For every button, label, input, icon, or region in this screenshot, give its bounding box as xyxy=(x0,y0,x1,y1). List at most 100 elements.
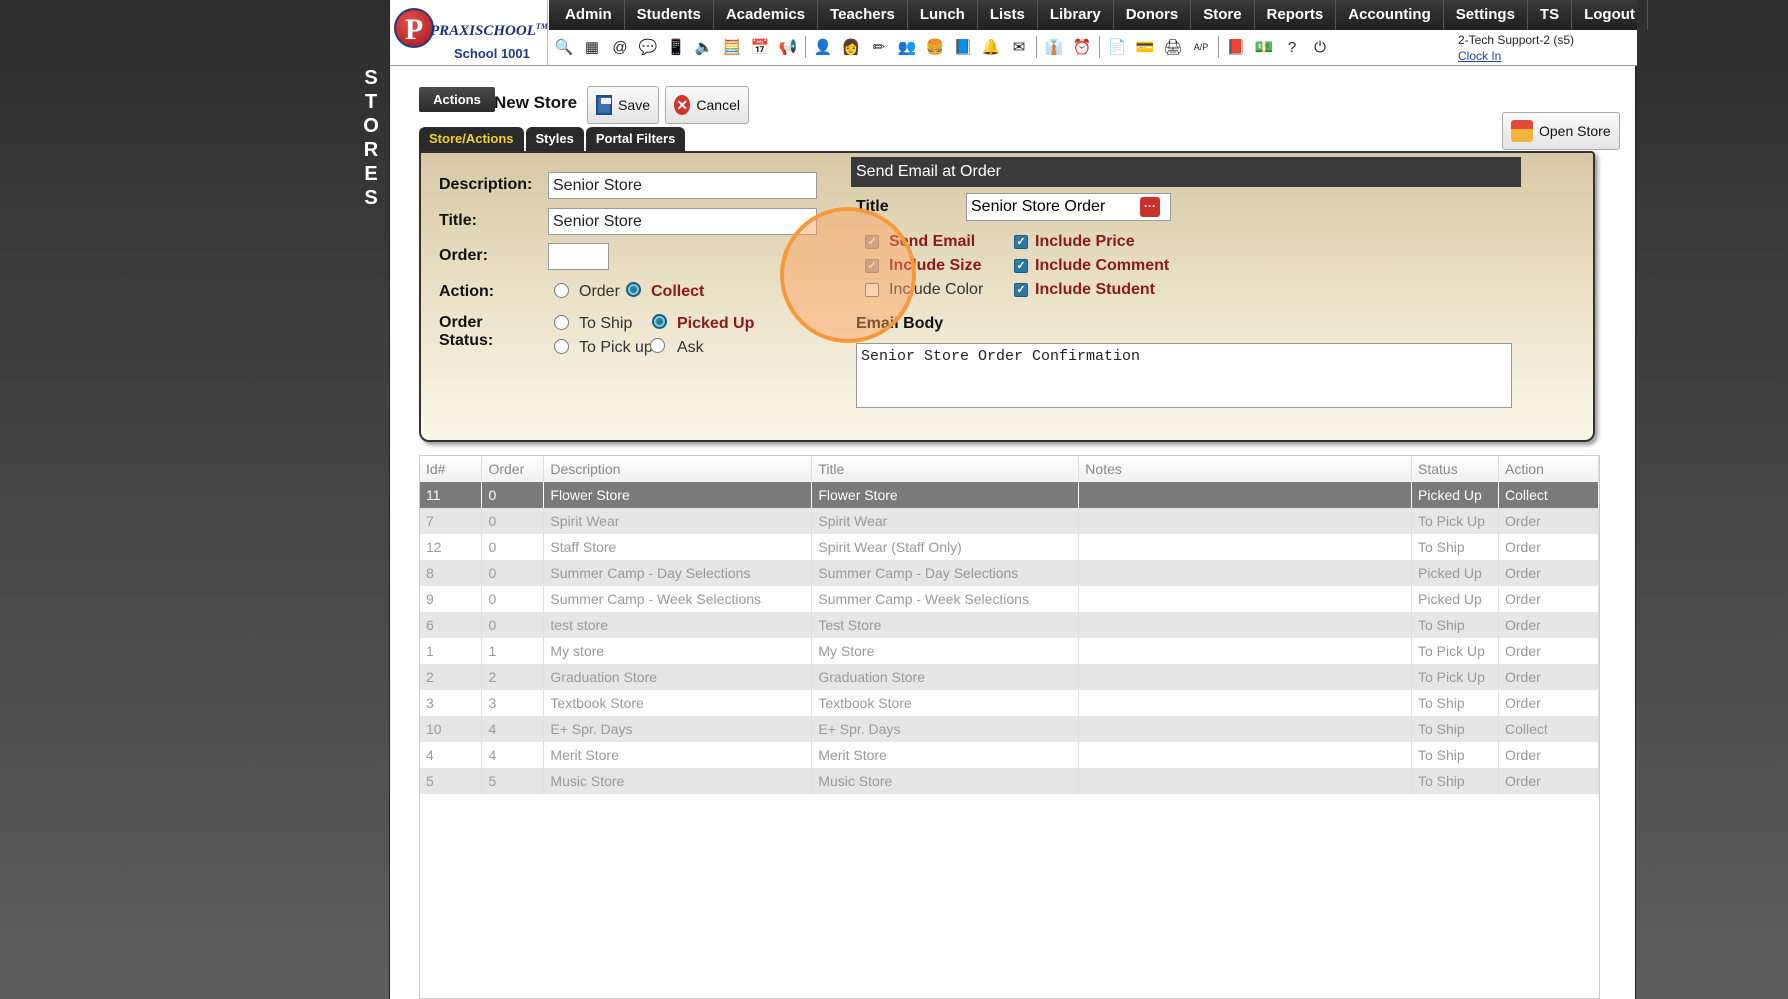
action-collect-radio[interactable] xyxy=(626,282,641,297)
nav-settings[interactable]: Settings xyxy=(1444,0,1528,30)
table-row[interactable]: 12 0 Staff Store Spirit Wear (Staff Only) To… xyxy=(420,534,1600,560)
table-cell: Picked Up xyxy=(1411,560,1499,586)
nav-reports[interactable]: Reports xyxy=(1255,0,1337,30)
clock-icon[interactable]: ⏰ xyxy=(1071,36,1093,58)
person-icon[interactable]: 👤 xyxy=(812,36,834,58)
nav-lunch[interactable]: Lunch xyxy=(908,0,978,30)
help-icon[interactable]: ? xyxy=(1281,36,1303,58)
nav-ts[interactable]: TS xyxy=(1528,0,1573,30)
bell-icon[interactable]: 🔔 xyxy=(980,36,1002,58)
power-icon[interactable]: ⏻ xyxy=(1309,36,1331,58)
calendar-icon[interactable]: 📅 xyxy=(749,36,771,58)
nav-store[interactable]: Store xyxy=(1191,0,1255,30)
tab-store-actions[interactable]: Store/Actions xyxy=(419,127,524,151)
table-row[interactable]: 6 0 test store Test Store To Ship Order xyxy=(420,612,1600,638)
mail-icon[interactable]: ✉ xyxy=(1008,36,1030,58)
status-to-ship-radio[interactable] xyxy=(554,315,569,330)
nav-lists[interactable]: Lists xyxy=(978,0,1038,30)
nav-donors[interactable]: Donors xyxy=(1114,0,1192,30)
clock-in-link[interactable]: Clock In xyxy=(1458,48,1574,64)
table-row[interactable]: 5 5 Music Store Music Store To Ship Order xyxy=(420,768,1600,794)
title-input[interactable] xyxy=(548,208,817,235)
include-color-checkbox[interactable] xyxy=(865,283,879,297)
status-to-pick-up-radio[interactable] xyxy=(554,339,569,354)
teacher-icon[interactable]: 👩 xyxy=(840,36,862,58)
chat-icon[interactable]: 💬 xyxy=(637,36,659,58)
include-comment-checkbox[interactable]: ✓ xyxy=(1014,259,1028,273)
column-header[interactable]: Action xyxy=(1498,456,1600,482)
register-icon[interactable]: 🖨 xyxy=(1162,36,1184,58)
send-email-checkbox[interactable]: ✓ xyxy=(865,235,879,249)
open-store-button[interactable]: Open Store xyxy=(1502,112,1620,150)
table-row[interactable]: 8 0 Summer Camp - Day Selections Summer Cam… xyxy=(420,560,1600,586)
column-header[interactable]: Description xyxy=(543,456,813,482)
money-icon[interactable]: 💵 xyxy=(1253,36,1275,58)
table-row[interactable]: 7 0 Spirit Wear Spirit Wear To Pick Up Order xyxy=(420,508,1600,534)
include-color-label: Include Color xyxy=(889,281,984,298)
column-header[interactable]: Status xyxy=(1411,456,1499,482)
table-cell: Picked Up xyxy=(1411,482,1499,508)
table-row[interactable]: 11 0 Flower Store Flower Store Picked Up Coll… xyxy=(420,482,1600,508)
pencil-icon[interactable]: ✏ xyxy=(868,36,890,58)
table-cell: 0 xyxy=(481,612,545,638)
logo[interactable]: P PRAXISCHOOLTM School 1001 xyxy=(390,0,548,66)
nav-logout[interactable]: Logout xyxy=(1572,0,1648,30)
table-cell xyxy=(1078,690,1412,716)
include-price-checkbox[interactable]: ✓ xyxy=(1014,235,1028,249)
status-picked-up-radio[interactable] xyxy=(652,314,667,329)
speaker-icon[interactable]: 🔈 xyxy=(693,36,715,58)
column-header[interactable]: Title xyxy=(811,456,1080,482)
email-icon[interactable]: @ xyxy=(609,36,631,58)
nav-library[interactable]: Library xyxy=(1038,0,1114,30)
table-row[interactable]: 4 4 Merit Store Merit Store To Ship Order xyxy=(420,742,1600,768)
status-ask-radio[interactable] xyxy=(650,338,665,353)
action-order-radio[interactable] xyxy=(554,283,569,298)
table-row[interactable]: 3 3 Textbook Store Textbook Store To Ship Ord… xyxy=(420,690,1600,716)
staff-icon[interactable]: 👔 xyxy=(1043,36,1065,58)
table-header: Id# Order Description Title Notes Status Actio… xyxy=(420,456,1600,482)
nav-teachers[interactable]: Teachers xyxy=(818,0,908,30)
phone-icon[interactable]: 📱 xyxy=(665,36,687,58)
table-cell: 8 xyxy=(420,560,483,586)
include-student-checkbox[interactable]: ✓ xyxy=(1014,283,1028,297)
column-header[interactable]: Notes xyxy=(1078,456,1412,482)
table-row[interactable]: 10 4 E+ Spr. Days E+ Spr. Days To Ship Collec… xyxy=(420,716,1600,742)
table-row[interactable]: 1 1 My store My Store To Pick Up Order xyxy=(420,638,1600,664)
pdf-icon[interactable]: 📕 xyxy=(1225,36,1247,58)
table-cell: 0 xyxy=(481,534,545,560)
ap-icon[interactable]: A/P xyxy=(1190,36,1212,58)
grid-icon[interactable]: ▦ xyxy=(581,36,603,58)
column-header[interactable]: Id# xyxy=(420,456,483,482)
store-form-panel: Description: Title: Order: Action: Order… xyxy=(419,151,1595,442)
nav-admin[interactable]: Admin xyxy=(553,0,625,30)
table-cell: Merit Store xyxy=(811,742,1080,768)
card-icon[interactable]: 💳 xyxy=(1134,36,1156,58)
megaphone-icon[interactable]: 📢 xyxy=(777,36,799,58)
table-cell: Flower Store xyxy=(811,482,1080,508)
table-cell: 7 xyxy=(420,508,483,534)
more-options-icon[interactable]: ··· xyxy=(1140,197,1160,217)
calculator-icon[interactable]: 🧮 xyxy=(721,36,743,58)
lunch-icon[interactable]: 🍔 xyxy=(924,36,946,58)
nav-academics[interactable]: Academics xyxy=(714,0,819,30)
cancel-button[interactable]: ✕ Cancel xyxy=(665,86,749,124)
description-input[interactable] xyxy=(548,172,817,199)
nav-accounting[interactable]: Accounting xyxy=(1336,0,1444,30)
group-icon[interactable]: 👥 xyxy=(896,36,918,58)
nav-students[interactable]: Students xyxy=(625,0,714,30)
search-icon[interactable]: 🔍 xyxy=(553,36,575,58)
table-cell: Staff Store xyxy=(543,534,813,560)
tab-styles[interactable]: Styles xyxy=(525,127,584,151)
email-body-textarea[interactable]: Senior Store Order Confirmation xyxy=(856,343,1512,408)
column-header[interactable]: Order xyxy=(481,456,545,482)
tab-portal-filters[interactable]: Portal Filters xyxy=(585,127,686,151)
email-title-input[interactable] xyxy=(967,194,1137,220)
table-row[interactable]: 9 0 Summer Camp - Week Selections Summer Ca… xyxy=(420,586,1600,612)
actions-button[interactable]: Actions xyxy=(419,87,495,112)
save-button[interactable]: Save xyxy=(587,86,659,124)
report-icon[interactable]: 📄 xyxy=(1106,36,1128,58)
order-input[interactable] xyxy=(548,243,609,270)
book-icon[interactable]: 📘 xyxy=(952,36,974,58)
table-row[interactable]: 2 2 Graduation Store Graduation Store To Pic… xyxy=(420,664,1600,690)
include-size-checkbox[interactable]: ✓ xyxy=(865,259,879,273)
